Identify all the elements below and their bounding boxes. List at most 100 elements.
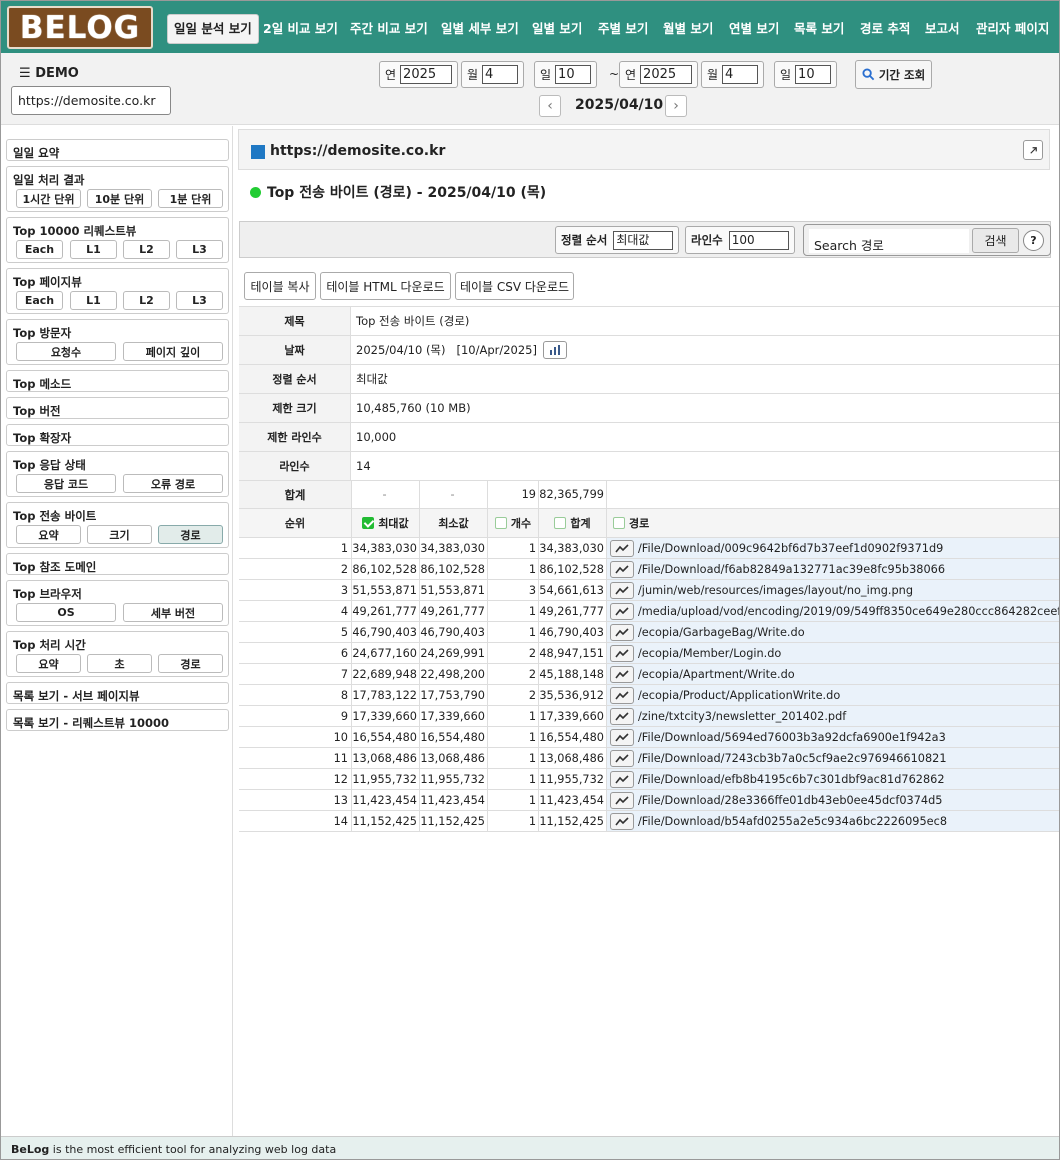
btn-request-each[interactable]: Each xyxy=(16,240,63,259)
prev-date-button[interactable]: ‹ xyxy=(539,95,561,117)
sidebar-item-top-version[interactable]: Top 버전 xyxy=(6,397,229,419)
nav-tab-6[interactable]: 월별 보기 xyxy=(663,14,713,44)
belog-logo[interactable]: BELOG xyxy=(7,6,153,49)
col-count[interactable]: 개수 xyxy=(488,509,539,537)
to-month-input[interactable]: 4 xyxy=(722,65,759,84)
trend-chart-button[interactable] xyxy=(610,560,634,578)
path-search-input[interactable]: Search 경로 xyxy=(809,229,969,253)
checkbox-icon[interactable] xyxy=(554,517,567,529)
btn-request-l2[interactable]: L2 xyxy=(123,240,170,259)
trend-chart-button[interactable] xyxy=(610,602,634,620)
btn-time-path[interactable]: 경로 xyxy=(158,654,223,673)
sidebar-item-top-method[interactable]: Top 메소드 xyxy=(6,370,229,392)
col-path[interactable]: 경로 xyxy=(607,509,1059,537)
btn-browser-version[interactable]: 세부 버전 xyxy=(123,603,223,622)
sidebar-item-list-subpage[interactable]: 목록 보기 - 서브 페이지뷰 xyxy=(6,682,229,704)
btn-time-seconds[interactable]: 초 xyxy=(87,654,152,673)
checkbox-icon[interactable] xyxy=(494,517,507,529)
trend-chart-button[interactable] xyxy=(610,749,634,767)
nav-tab-4[interactable]: 일별 보기 xyxy=(532,14,582,44)
period-search-button[interactable]: 기간 조회 xyxy=(855,60,932,89)
nav-tab-11[interactable]: 관리자 페이지 xyxy=(976,14,1049,44)
trend-chart-button[interactable] xyxy=(610,812,634,830)
path-text[interactable]: /zine/txtcity3/newsletter_201402.pdf xyxy=(638,710,846,723)
btn-1min[interactable]: 1분 단위 xyxy=(158,189,223,208)
btn-status-error-path[interactable]: 오류 경로 xyxy=(123,474,223,493)
trend-chart-button[interactable] xyxy=(610,728,634,746)
btn-bytes-summary[interactable]: 요약 xyxy=(16,525,81,544)
col-max[interactable]: 최대값 xyxy=(352,509,420,537)
site-select[interactable]: https://demosite.co.kr xyxy=(11,86,171,115)
path-text[interactable]: /File/Download/5694ed76003b3a92dcfa6900e… xyxy=(638,731,946,744)
sort-order-select[interactable]: 최대값 xyxy=(613,230,674,250)
path-text[interactable]: /ecopia/Member/Login.do xyxy=(638,647,781,660)
sidebar-item-list-request[interactable]: 목록 보기 - 리퀘스트뷰 10000 xyxy=(6,709,229,731)
trend-chart-button[interactable] xyxy=(610,623,634,641)
from-day-input[interactable]: 10 xyxy=(555,65,592,84)
trend-chart-button[interactable] xyxy=(610,707,634,725)
btn-visitor-depth[interactable]: 페이지 깊이 xyxy=(123,342,223,361)
btn-status-code[interactable]: 응답 코드 xyxy=(16,474,116,493)
sidebar-item-top-referer[interactable]: Top 참조 도메인 xyxy=(6,553,229,575)
bar-chart-button[interactable] xyxy=(542,341,567,359)
checkbox-checked-icon[interactable] xyxy=(362,517,375,529)
nav-tab-7[interactable]: 연별 보기 xyxy=(729,14,779,44)
col-rank[interactable]: 순위 xyxy=(239,509,352,537)
menu-icon[interactable]: ☰ xyxy=(19,66,31,81)
download-csv-button[interactable]: 테이블 CSV 다운로드 xyxy=(455,272,574,300)
path-text[interactable]: /File/Download/f6ab82849a132771ac39e8fc9… xyxy=(638,563,945,576)
btn-pageview-l2[interactable]: L2 xyxy=(123,291,170,310)
nav-tab-2[interactable]: 주간 비교 보기 xyxy=(350,14,428,44)
nav-tab-8[interactable]: 목록 보기 xyxy=(794,14,844,44)
btn-bytes-size[interactable]: 크기 xyxy=(87,525,152,544)
trend-chart-button[interactable] xyxy=(610,770,634,788)
nav-tab-3[interactable]: 일별 세부 보기 xyxy=(441,14,519,44)
path-text[interactable]: /ecopia/Product/ApplicationWrite.do xyxy=(638,689,840,702)
sidebar-item-top-extension[interactable]: Top 확장자 xyxy=(6,424,229,446)
btn-10min[interactable]: 10분 단위 xyxy=(87,189,152,208)
trend-chart-button[interactable] xyxy=(610,791,634,809)
to-year-input[interactable]: 2025 xyxy=(640,65,693,84)
help-icon[interactable]: ? xyxy=(1023,230,1044,251)
btn-bytes-path[interactable]: 경로 xyxy=(158,525,223,544)
path-search-button[interactable]: 검색 xyxy=(972,228,1019,253)
path-text[interactable]: /File/Download/7243cb3b7a0c5cf9ae2c97694… xyxy=(638,752,947,765)
btn-pageview-each[interactable]: Each xyxy=(16,291,63,310)
line-count-input[interactable]: 100 xyxy=(728,230,789,250)
nav-tab-9[interactable]: 경로 추적 xyxy=(860,14,910,44)
trend-chart-button[interactable] xyxy=(610,581,634,599)
from-year-input[interactable]: 2025 xyxy=(400,65,453,84)
path-text[interactable]: /File/Download/efb8b4195c6b7c301dbf9ac81… xyxy=(638,773,945,786)
btn-visitor-requests[interactable]: 요청수 xyxy=(16,342,116,361)
sidebar-item-daily-summary[interactable]: 일일 요약 xyxy=(6,139,229,161)
trend-chart-button[interactable] xyxy=(610,644,634,662)
external-link-button[interactable] xyxy=(1023,140,1043,160)
path-text[interactable]: /ecopia/Apartment/Write.do xyxy=(638,668,795,681)
path-text[interactable]: /File/Download/009c9642bf6d7b37eef1d0902… xyxy=(638,542,943,555)
path-text[interactable]: /jumin/web/resources/images/layout/no_im… xyxy=(638,584,913,597)
next-date-button[interactable]: › xyxy=(665,95,687,117)
download-html-button[interactable]: 테이블 HTML 다운로드 xyxy=(320,272,451,300)
menu-title[interactable]: ☰ DEMO xyxy=(19,66,79,81)
btn-browser-os[interactable]: OS xyxy=(16,603,116,622)
trend-chart-button[interactable] xyxy=(610,686,634,704)
btn-time-summary[interactable]: 요약 xyxy=(16,654,81,673)
trend-chart-button[interactable] xyxy=(610,665,634,683)
nav-tab-10[interactable]: 보고서 xyxy=(925,14,960,44)
path-text[interactable]: /media/upload/vod/encoding/2019/09/549ff… xyxy=(638,605,1059,618)
nav-tab-0[interactable]: 일일 분석 보기 xyxy=(167,14,259,44)
nav-tab-5[interactable]: 주별 보기 xyxy=(598,14,648,44)
path-text[interactable]: /ecopia/GarbageBag/Write.do xyxy=(638,626,805,639)
btn-request-l3[interactable]: L3 xyxy=(176,240,223,259)
btn-pageview-l1[interactable]: L1 xyxy=(70,291,117,310)
btn-pageview-l3[interactable]: L3 xyxy=(176,291,223,310)
to-day-input[interactable]: 10 xyxy=(795,65,832,84)
col-sum[interactable]: 합계 xyxy=(539,509,607,537)
col-min[interactable]: 최소값 xyxy=(420,509,488,537)
path-text[interactable]: /File/Download/28e3366ffe01db43eb0ee45dc… xyxy=(638,794,942,807)
nav-tab-1[interactable]: 2일 비교 보기 xyxy=(263,14,338,44)
btn-1hour[interactable]: 1시간 단위 xyxy=(16,189,81,208)
copy-table-button[interactable]: 테이블 복사 xyxy=(244,272,316,300)
checkbox-icon[interactable] xyxy=(613,517,625,529)
path-text[interactable]: /File/Download/b54afd0255a2e5c934a6bc222… xyxy=(638,815,947,828)
